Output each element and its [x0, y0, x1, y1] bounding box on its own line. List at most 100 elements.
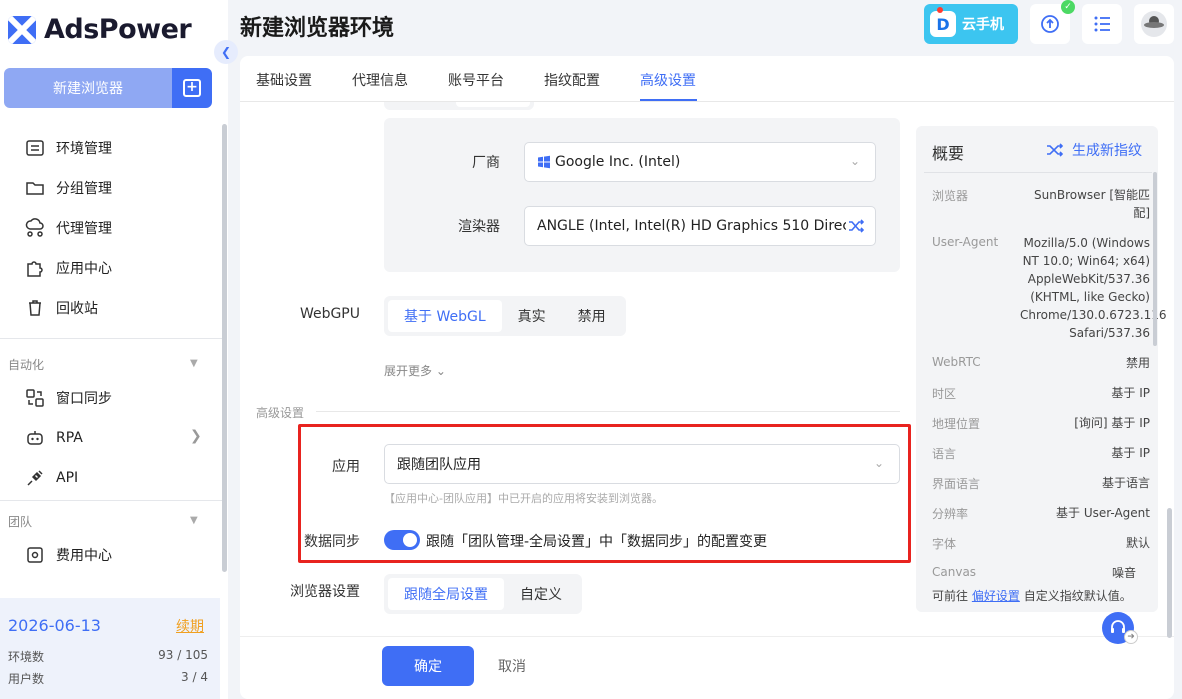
- summary-value: 噪音: [1111, 566, 1136, 578]
- sidebar-item-label: 应用中心: [56, 261, 112, 277]
- sidebar-item-label: 分组管理: [56, 181, 112, 197]
- task-list-button[interactable]: [1082, 4, 1122, 44]
- chevron-right-icon[interactable]: ❯: [190, 428, 202, 444]
- tab-proxy[interactable]: 代理信息: [352, 70, 408, 90]
- new-browser-button[interactable]: 新建浏览器: [4, 68, 172, 108]
- tab-fingerprint[interactable]: 指纹配置: [544, 70, 600, 90]
- summary-label: User-Agent: [932, 235, 999, 249]
- summary-value: 基于 IP: [1111, 386, 1150, 400]
- caret-down-icon[interactable]: ▼: [190, 515, 198, 526]
- shuffle-renderer-button[interactable]: [846, 216, 866, 236]
- summary-title: 概要: [932, 144, 965, 163]
- browser-settings-global[interactable]: 跟随全局设置: [388, 578, 504, 610]
- sidebar-item-label: 窗口同步: [56, 391, 112, 407]
- renderer-value: ANGLE (Intel, Intel(R) HD Graphics 510 D…: [537, 218, 865, 234]
- caret-down-icon[interactable]: ▼: [190, 358, 198, 369]
- segment-remnant-active: [456, 102, 530, 107]
- generate-fingerprint-button[interactable]: 生成新指纹: [1046, 140, 1142, 160]
- summary-footer-prefix: 可前往: [932, 589, 969, 603]
- summary-value: 基于 IP: [1111, 446, 1150, 460]
- sidebar-item-label: API: [56, 470, 79, 486]
- webgpu-option-webgl[interactable]: 基于 WebGL: [388, 300, 502, 332]
- summary-scrollbar[interactable]: [1153, 172, 1157, 346]
- puzzle-icon: [24, 257, 46, 279]
- expand-more-link[interactable]: 展开更多 ⌄: [384, 362, 446, 379]
- preferences-link[interactable]: 偏好设置: [972, 589, 1020, 603]
- list-icon: [24, 137, 46, 159]
- summary-label: 分辨率: [932, 507, 969, 521]
- sidebar-item-proxy[interactable]: 代理管理: [24, 216, 112, 240]
- tab-account[interactable]: 账号平台: [448, 70, 504, 90]
- expand-more-label: 展开更多: [384, 364, 433, 378]
- summary-value: 默认: [1125, 536, 1150, 550]
- tab-basic[interactable]: 基础设置: [256, 70, 312, 90]
- check-icon: ✓: [1061, 0, 1075, 14]
- browser-settings-segment: 跟随全局设置 自定义: [384, 574, 582, 614]
- env-count-label: 环境数: [8, 650, 45, 664]
- summary-label: 时区: [932, 387, 957, 401]
- webgpu-option-disabled[interactable]: 禁用: [562, 300, 622, 332]
- renderer-label: 渲染器: [458, 219, 500, 235]
- generate-fingerprint-label: 生成新指纹: [1072, 143, 1142, 159]
- sidebar-item-label: 回收站: [56, 301, 98, 317]
- plus-icon: +: [183, 79, 201, 97]
- avatar: [1141, 11, 1167, 37]
- sidebar-item-label: 费用中心: [56, 548, 112, 564]
- sidebar-item-groups[interactable]: 分组管理: [24, 176, 112, 200]
- automation-section-title: 自动化: [8, 358, 45, 372]
- browser-settings-custom[interactable]: 自定义: [504, 578, 578, 610]
- page-title: 新建浏览器环境: [240, 16, 395, 41]
- avatar-button[interactable]: [1134, 4, 1174, 44]
- sidebar-item-billing[interactable]: 费用中心: [24, 543, 112, 567]
- sidebar-item-window-sync[interactable]: 窗口同步: [24, 386, 112, 410]
- sidebar-item-api[interactable]: API: [24, 466, 78, 490]
- trash-icon: [24, 297, 46, 319]
- sync-icon: [24, 387, 46, 409]
- cancel-button[interactable]: 取消: [498, 656, 526, 676]
- summary-value: Mozilla/5.0 (Windows NT 10.0; Win64; x64…: [1020, 236, 1167, 340]
- confirm-button[interactable]: 确定: [382, 646, 474, 686]
- advanced-section-title: 高级设置: [256, 406, 305, 420]
- footer-divider: [240, 636, 1174, 637]
- collapse-sidebar-button[interactable]: ❮: [214, 40, 238, 64]
- notification-dot: [937, 7, 943, 13]
- folder-icon: [24, 177, 46, 199]
- user-count-value: 3 / 4: [181, 670, 208, 684]
- webgpu-segment: 基于 WebGL 真实 禁用: [384, 296, 626, 336]
- summary-clip: Canvas 噪音: [924, 558, 1156, 578]
- main-scrollbar[interactable]: [1167, 508, 1172, 638]
- cloud-sync-icon: [1041, 15, 1059, 33]
- vendor-select[interactable]: Google Inc. (Intel): [524, 142, 876, 182]
- summary-divider: [924, 172, 1152, 173]
- sidebar-item-trash[interactable]: 回收站: [24, 296, 98, 320]
- brand-name: AdsPower: [44, 14, 192, 45]
- shuffle-icon: [1047, 143, 1064, 157]
- renderer-input[interactable]: ANGLE (Intel, Intel(R) HD Graphics 510 D…: [524, 206, 876, 246]
- tab-advanced[interactable]: 高级设置: [640, 70, 696, 90]
- sidebar-item-label: 环境管理: [56, 141, 112, 157]
- batch-create-button[interactable]: +: [172, 68, 212, 108]
- sidebar-item-env[interactable]: 环境管理: [24, 136, 112, 160]
- env-count-value: 93 / 105: [158, 648, 208, 662]
- sidebar-item-rpa[interactable]: RPA: [24, 426, 83, 450]
- active-tab-indicator: [640, 99, 697, 101]
- task-list-icon: [1094, 16, 1110, 32]
- sidebar-item-label: 代理管理: [56, 221, 112, 237]
- renew-link[interactable]: 续期: [176, 616, 204, 636]
- summary-footer: 可前往 偏好设置 自定义指纹默认值。: [932, 587, 1132, 604]
- sidebar-item-apps[interactable]: 应用中心: [24, 256, 112, 280]
- windows-icon: [538, 155, 550, 169]
- sidebar-scrollbar[interactable]: [222, 124, 227, 572]
- webgpu-option-real[interactable]: 真实: [502, 300, 562, 332]
- sidebar-divider: [0, 338, 222, 339]
- sidebar-divider: [0, 500, 222, 501]
- summary-value: [询问] 基于 IP: [1074, 416, 1150, 430]
- billing-icon: [24, 544, 46, 566]
- arrow-right-icon: ➜: [1124, 630, 1138, 644]
- env-count-row: 环境数 93 / 105: [8, 648, 208, 665]
- cloud-phone-label: 云手机: [962, 17, 1004, 33]
- cloud-phone-icon: D: [930, 11, 956, 37]
- highlight-box: [298, 424, 911, 563]
- plan-expiry-date: 2026-06-13: [8, 616, 101, 635]
- browser-settings-label: 浏览器设置: [290, 584, 360, 600]
